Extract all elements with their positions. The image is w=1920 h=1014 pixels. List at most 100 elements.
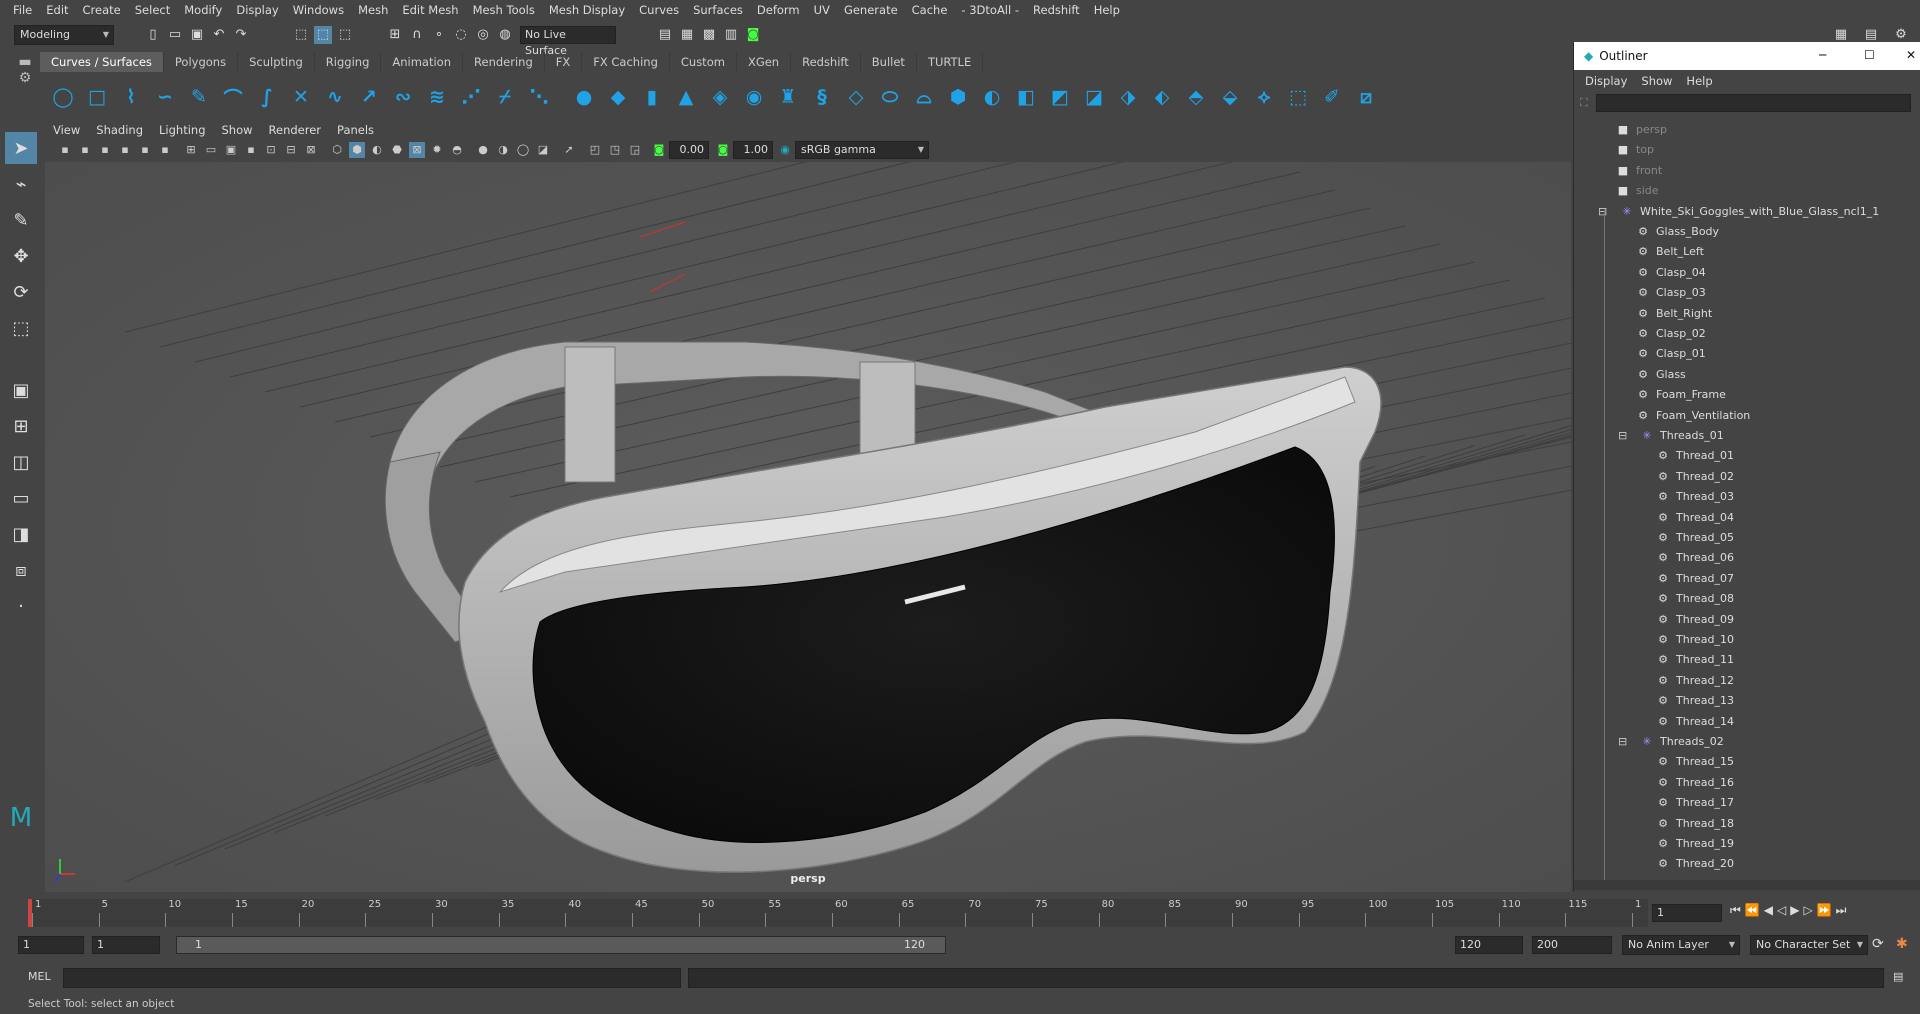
outliner-item[interactable]: ⚙ Thread_16 bbox=[1654, 773, 1734, 793]
insert-knot-icon[interactable]: ↗ bbox=[355, 83, 383, 111]
expand-toggle-icon[interactable]: ⊟ bbox=[1618, 426, 1632, 446]
outliner-item[interactable]: ⚙ Foam_Frame bbox=[1634, 385, 1726, 405]
exposure-field[interactable]: 0.00 bbox=[669, 141, 709, 159]
character-set-dropdown[interactable]: No Character Set bbox=[1750, 935, 1868, 955]
smooth-shade-icon[interactable]: ⬢ bbox=[349, 142, 365, 158]
outliner-root-group[interactable]: ⊟ ✳ White_Ski_Goggles_with_Blue_Glass_ncl1… bbox=[1598, 202, 1879, 222]
persp-graph-icon[interactable]: ▭ bbox=[5, 482, 37, 514]
menu-modify[interactable]: Modify bbox=[177, 0, 229, 21]
script-editor-icon[interactable]: ▤ bbox=[1893, 970, 1903, 983]
select-component-icon[interactable]: ⬚ bbox=[336, 26, 354, 44]
new-scene-icon[interactable]: ▯ bbox=[144, 26, 162, 44]
step-back-icon[interactable]: ◀ bbox=[1764, 903, 1773, 918]
ambient-occlusion-icon[interactable]: ● bbox=[475, 142, 491, 158]
close-icon[interactable]: ✕ bbox=[1906, 48, 1916, 62]
render-settings-icon[interactable]: ▤ bbox=[656, 26, 674, 44]
outliner-item[interactable]: ⚙ Clasp_01 bbox=[1634, 344, 1706, 364]
end-time-field[interactable]: 200 bbox=[1532, 936, 1612, 954]
untrim-icon[interactable]: ⬖ bbox=[1148, 83, 1176, 111]
outliner-item[interactable]: ⚙ Thread_14 bbox=[1654, 712, 1734, 732]
menu-mesh-tools[interactable]: Mesh Tools bbox=[466, 0, 542, 21]
step-forward-key-icon[interactable]: ⏩ bbox=[1817, 903, 1832, 918]
detach-surfaces-icon[interactable]: ⬙ bbox=[1216, 83, 1244, 111]
outliner-item[interactable]: ⚙ Thread_11 bbox=[1654, 650, 1734, 670]
step-forward-icon[interactable]: ▷ bbox=[1803, 903, 1812, 918]
xray-icon[interactable]: ◰ bbox=[587, 142, 603, 158]
nurbs-cylinder-icon[interactable]: ▮ bbox=[638, 83, 666, 111]
select-camera-icon[interactable]: ▪ bbox=[57, 142, 73, 158]
outliner-hscroll[interactable] bbox=[1574, 880, 1920, 890]
paint-select-icon[interactable]: ✎ bbox=[5, 204, 37, 236]
motion-blur-icon[interactable]: ◑ bbox=[495, 142, 511, 158]
menu-cache[interactable]: Cache bbox=[905, 0, 955, 21]
snap-curve-icon[interactable]: ∩ bbox=[408, 26, 426, 44]
xray-joints-icon[interactable]: ◳ bbox=[607, 142, 623, 158]
two-d-pan-icon[interactable]: ▪ bbox=[137, 142, 153, 158]
outliner-item[interactable]: ⚙ Thread_12 bbox=[1654, 671, 1734, 691]
menu-curves[interactable]: Curves bbox=[632, 0, 686, 21]
viewport-menu-show[interactable]: Show bbox=[214, 123, 261, 137]
select-tool-icon[interactable]: ➤ bbox=[5, 132, 37, 164]
reverse-curve-icon[interactable]: ⌿ bbox=[491, 83, 519, 111]
menu-mesh[interactable]: Mesh bbox=[351, 0, 395, 21]
menu-deform[interactable]: Deform bbox=[750, 0, 807, 21]
outliner-item[interactable]: ⚙ Thread_03 bbox=[1654, 487, 1734, 507]
go-to-start-icon[interactable]: ⏮ bbox=[1730, 903, 1741, 918]
rebuild-surface-icon[interactable]: ⬚ bbox=[1284, 83, 1312, 111]
shelf-tab-fx[interactable]: FX bbox=[545, 52, 583, 72]
minimize-icon[interactable]: ─ bbox=[1819, 48, 1826, 62]
shelf-tab-rendering[interactable]: Rendering bbox=[463, 52, 545, 72]
outliner-item[interactable]: ⚙ Clasp_03 bbox=[1634, 283, 1706, 303]
camera-attributes-icon[interactable]: ▪ bbox=[77, 142, 93, 158]
colorspace-dropdown[interactable]: sRGB gamma bbox=[795, 141, 929, 159]
gate-mask-icon[interactable]: ▪ bbox=[243, 142, 259, 158]
mode-dropdown[interactable]: Modeling bbox=[14, 25, 114, 45]
expand-toolbox-icon[interactable]: · bbox=[5, 590, 37, 622]
planar-icon[interactable]: ◇ bbox=[842, 83, 870, 111]
project-curve-icon[interactable]: ◩ bbox=[1046, 83, 1074, 111]
snap-point-icon[interactable]: ∘ bbox=[430, 26, 448, 44]
outliner-item[interactable]: ⚙ Thread_01 bbox=[1654, 446, 1734, 466]
gamma-icon[interactable]: ◙ bbox=[715, 142, 731, 158]
expand-toggle-icon[interactable]: ⊟ bbox=[1598, 202, 1612, 222]
rebuild-curve-icon[interactable]: ⋰ bbox=[457, 83, 485, 111]
anim-prefs-icon[interactable]: ✱ bbox=[1896, 936, 1908, 952]
nurbs-circle-icon[interactable]: ◯ bbox=[49, 83, 77, 111]
menu-3dtoall[interactable]: - 3DtoAll - bbox=[954, 0, 1026, 21]
curve-fillet-icon[interactable]: ⋱ bbox=[525, 83, 553, 111]
hypershade-layout-icon[interactable]: ◨ bbox=[5, 518, 37, 550]
uv-layout-icon[interactable]: ⧈ bbox=[5, 554, 37, 586]
outliner-camera-side[interactable]: ■ side bbox=[1614, 181, 1659, 201]
four-view-icon[interactable]: ⊞ bbox=[5, 410, 37, 442]
viewport-menu-lighting[interactable]: Lighting bbox=[151, 123, 213, 137]
attach-surfaces-icon[interactable]: ⬘ bbox=[1182, 83, 1210, 111]
xray-components-icon[interactable]: ◲ bbox=[627, 142, 643, 158]
viewport-menu-shading[interactable]: Shading bbox=[88, 123, 151, 137]
safe-title-icon[interactable]: ⊠ bbox=[303, 142, 319, 158]
nurbs-plane-icon[interactable]: ◈ bbox=[706, 83, 734, 111]
menu-help[interactable]: Help bbox=[1087, 0, 1127, 21]
persp-outliner-icon[interactable]: ◫ bbox=[5, 446, 37, 478]
playback-start-field[interactable]: 1 bbox=[92, 936, 160, 954]
viewport-menu-panels[interactable]: Panels bbox=[329, 123, 382, 137]
playhead[interactable] bbox=[28, 899, 32, 927]
bookmark-icon[interactable]: ▪ bbox=[97, 142, 113, 158]
film-gate-icon[interactable]: ▭ bbox=[203, 142, 219, 158]
bezier-curve-icon[interactable]: ∫ bbox=[253, 83, 281, 111]
shelf-tab-turtle[interactable]: TURTLE bbox=[917, 52, 984, 72]
ep-curve-icon[interactable]: ∽ bbox=[151, 83, 179, 111]
textured-icon[interactable]: ⬣ bbox=[389, 142, 405, 158]
menu-uv[interactable]: UV bbox=[807, 0, 837, 21]
outliner-item[interactable]: ⚙ Thread_18 bbox=[1654, 814, 1734, 834]
grease-pencil-icon[interactable]: ▪ bbox=[157, 142, 173, 158]
shelf-tab-custom[interactable]: Custom bbox=[670, 52, 737, 72]
anti-aliasing-icon[interactable]: ◯ bbox=[515, 142, 531, 158]
lasso-tool-icon[interactable]: ⌁ bbox=[5, 168, 37, 200]
open-scene-icon[interactable]: ▭ bbox=[166, 26, 184, 44]
nurbs-cone-icon[interactable]: ▲ bbox=[672, 83, 700, 111]
redshift-render-icon[interactable]: ◙ bbox=[744, 26, 762, 44]
redo-icon[interactable]: ↷ bbox=[232, 26, 250, 44]
shelf-tab-redshift[interactable]: Redshift bbox=[791, 52, 861, 72]
shelf-tab-sculpting[interactable]: Sculpting bbox=[238, 52, 315, 72]
move-tool-icon[interactable]: ✥ bbox=[5, 240, 37, 272]
